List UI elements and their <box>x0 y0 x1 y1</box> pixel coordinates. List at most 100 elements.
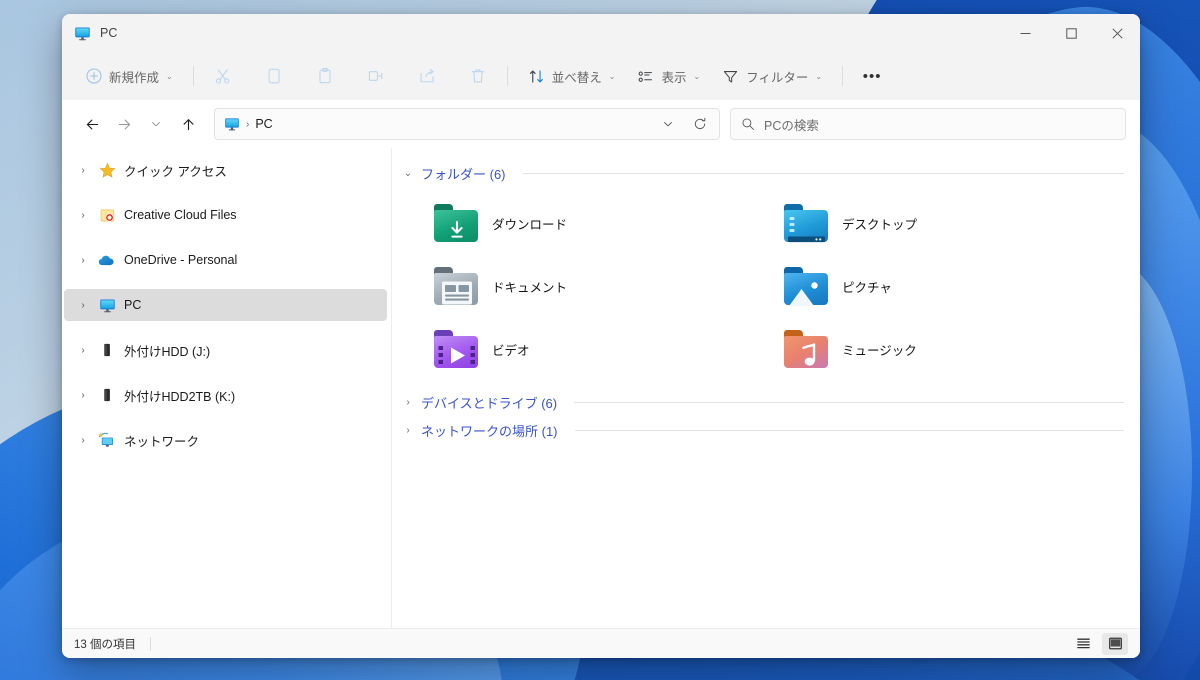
folder-item-videos[interactable]: ビデオ <box>426 318 776 381</box>
status-bar: 13 個の項目 <box>62 628 1140 658</box>
delete-button[interactable] <box>459 60 497 92</box>
share-icon <box>418 67 436 85</box>
group-title: フォルダー (6) <box>421 166 506 182</box>
navigation-pane: › クイック アクセス › Creative Cloud Files › One… <box>62 148 392 628</box>
sort-arrows-icon <box>528 68 545 85</box>
toolbar-divider-1 <box>192 66 194 86</box>
new-button[interactable]: 新規作成 ⌄ <box>76 60 183 92</box>
chevron-down-icon[interactable]: ⌄ <box>402 168 414 179</box>
status-divider <box>150 636 151 651</box>
chevron-down-icon: ⌄ <box>693 71 701 81</box>
sort-button-label: 並べ替え <box>551 70 602 85</box>
maximize-button[interactable] <box>1048 14 1094 52</box>
group-header-devices-and-drives[interactable]: › デバイスとドライブ (6) <box>402 389 1124 415</box>
network-icon <box>94 431 120 449</box>
chevron-right-icon[interactable]: › <box>72 255 94 266</box>
copy-button[interactable] <box>255 60 293 92</box>
creative-cloud-icon <box>94 207 120 224</box>
recent-locations-button[interactable] <box>140 108 172 140</box>
group-rule <box>574 429 1124 431</box>
monitor-icon <box>74 25 91 42</box>
item-count-label: 13 個の項目 <box>74 638 136 651</box>
chevron-right-icon[interactable]: › <box>72 165 94 176</box>
scissors-icon <box>214 67 232 85</box>
breadcrumb-separator: › <box>246 118 250 130</box>
folder-item-documents[interactable]: ドキュメント <box>426 255 776 318</box>
group-rule <box>522 172 1124 174</box>
clipboard-icon <box>316 67 334 85</box>
rename-icon <box>367 67 385 85</box>
group-header-folders[interactable]: ⌄ フォルダー (6) <box>402 160 1124 186</box>
cut-button[interactable] <box>204 60 242 92</box>
list-view-button[interactable] <box>1070 633 1096 655</box>
drive-icon <box>94 387 120 403</box>
folder-item-pictures[interactable]: ピクチャ <box>776 255 1126 318</box>
address-bar[interactable]: › PC <box>214 108 720 140</box>
funnel-icon <box>722 68 739 85</box>
folder-item-label: デスクトップ <box>842 218 918 232</box>
sidebar-item-external-hdd2tb-k[interactable]: › 外付けHDD2TB (K:) <box>64 379 387 411</box>
filter-button[interactable]: フィルター ⌄ <box>712 60 832 92</box>
folder-item-downloads[interactable]: ダウンロード <box>426 192 776 255</box>
close-button[interactable] <box>1094 14 1140 52</box>
large-icons-view-button[interactable] <box>1102 632 1128 655</box>
rename-button[interactable] <box>357 60 395 92</box>
sidebar-item-creative-cloud-files[interactable]: › Creative Cloud Files <box>64 199 387 231</box>
toolbar-divider-2 <box>506 66 508 86</box>
title-bar-left: PC <box>62 25 1002 42</box>
view-button[interactable]: 表示 ⌄ <box>627 60 710 92</box>
sidebar-item-external-hdd-j[interactable]: › 外付けHDD (J:) <box>64 334 387 366</box>
desktop-folder-icon <box>782 200 830 248</box>
star-icon <box>94 162 120 179</box>
folder-item-label: ダウンロード <box>492 218 568 232</box>
folder-item-music[interactable]: ミュージック <box>776 318 1126 381</box>
forward-button[interactable] <box>108 108 140 140</box>
window-title: PC <box>100 26 118 40</box>
videos-folder-icon <box>432 326 480 374</box>
sidebar-item-pc[interactable]: › PC <box>64 289 387 321</box>
file-list-pane: ⌄ フォルダー (6) ダウンロード デスクトップ ドキュメント ピクチャ ビデ… <box>392 148 1140 628</box>
sidebar-item-quick-access[interactable]: › クイック アクセス <box>64 154 387 186</box>
command-bar: 新規作成 ⌄ 並べ替え ⌄ 表示 ⌄ フィルター ⌄ ••• <box>62 52 1140 100</box>
chevron-right-icon[interactable]: › <box>72 210 94 221</box>
sidebar-item-label: PC <box>124 298 142 312</box>
group-title: デバイスとドライブ (6) <box>421 395 558 411</box>
sort-button[interactable]: 並べ替え ⌄ <box>518 60 626 92</box>
folder-item-label: ミュージック <box>842 344 917 358</box>
minimize-button[interactable] <box>1002 14 1048 52</box>
overflow-menu-button[interactable]: ••• <box>853 60 891 92</box>
group-header-network-locations[interactable]: › ネットワークの場所 (1) <box>402 417 1124 443</box>
sidebar-item-onedrive-personal[interactable]: › OneDrive - Personal <box>64 244 387 276</box>
chevron-right-icon[interactable]: › <box>402 425 414 436</box>
title-bar: PC <box>62 14 1140 52</box>
back-button[interactable] <box>76 108 108 140</box>
refresh-button[interactable] <box>687 111 713 137</box>
search-input[interactable]: PCの検索 <box>730 108 1126 140</box>
chevron-right-icon[interactable]: › <box>72 435 94 446</box>
drive-icon <box>94 342 120 358</box>
breadcrumb[interactable]: PC <box>255 117 272 131</box>
paste-button[interactable] <box>306 60 344 92</box>
chevron-right-icon[interactable]: › <box>72 345 94 356</box>
share-button[interactable] <box>408 60 446 92</box>
chevron-right-icon[interactable]: › <box>72 390 94 401</box>
folder-item-desktop[interactable]: デスクトップ <box>776 192 1126 255</box>
folder-item-label: ドキュメント <box>492 281 568 295</box>
sidebar-item-network[interactable]: › ネットワーク <box>64 424 387 456</box>
up-button[interactable] <box>172 108 204 140</box>
address-dropdown-button[interactable] <box>655 111 681 137</box>
desktop-wallpaper: PC 新規作成 ⌄ 並べ替え ⌄ 表示 ⌄ フィルター ⌄ ••• › PC P… <box>0 0 1200 680</box>
cloud-icon <box>94 251 120 269</box>
sidebar-item-label: ネットワーク <box>124 434 200 449</box>
documents-folder-icon <box>432 263 480 311</box>
chevron-right-icon[interactable]: › <box>402 397 414 408</box>
chevron-right-icon[interactable]: › <box>72 300 94 311</box>
ellipsis-icon: ••• <box>862 67 882 85</box>
group-title: ネットワークの場所 (1) <box>421 423 558 439</box>
sidebar-item-label: 外付けHDD (J:) <box>124 344 211 359</box>
